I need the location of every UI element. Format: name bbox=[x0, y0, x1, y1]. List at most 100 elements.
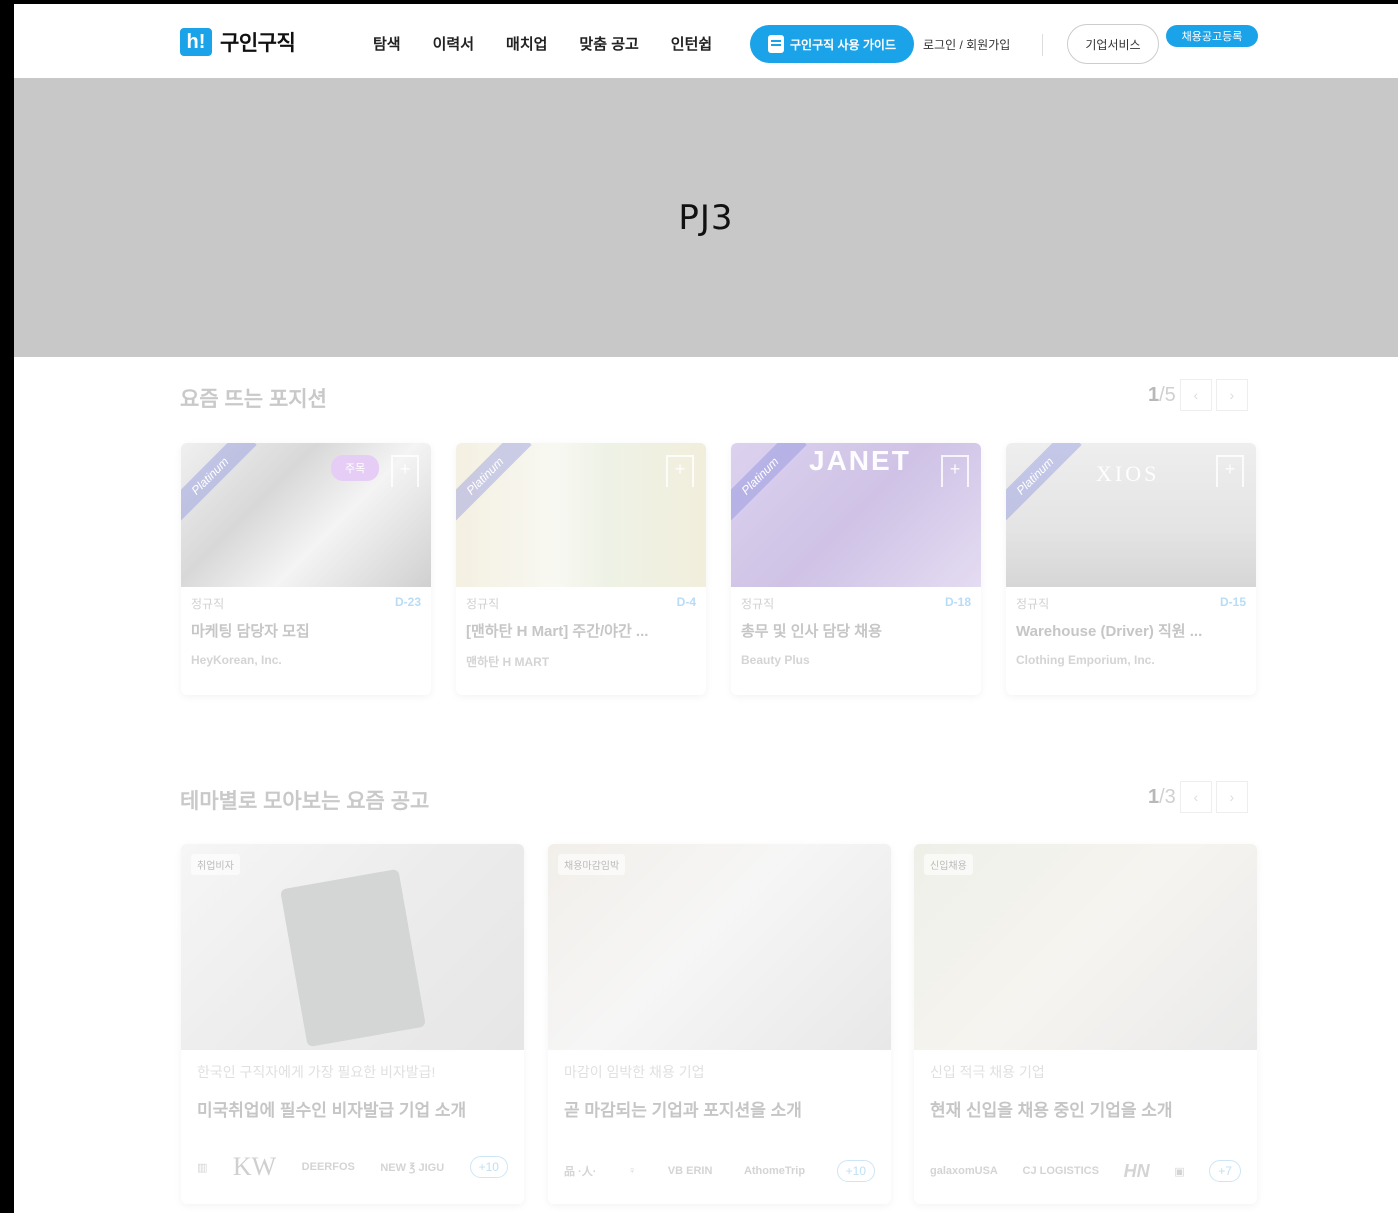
pager-count: 1/5 bbox=[1148, 383, 1176, 406]
company-logo: galaxomUSA bbox=[930, 1165, 998, 1177]
platinum-ribbon: Platinum bbox=[731, 443, 807, 523]
job-title: 마케팅 담당자 모집 bbox=[191, 623, 310, 640]
company-logo: CJ LOGISTICS bbox=[1022, 1165, 1099, 1177]
more-companies-badge[interactable]: +10 bbox=[469, 1156, 508, 1178]
job-type: 정규직 bbox=[741, 597, 775, 611]
company-name: Clothing Emporium, Inc. bbox=[1016, 653, 1155, 667]
bookmark-add-icon[interactable] bbox=[1216, 455, 1244, 487]
platinum-ribbon: Platinum bbox=[1006, 443, 1082, 523]
nav-item-internship[interactable]: 인턴쉽 bbox=[671, 33, 712, 54]
company-logo-row: ▥ KW DEERFOS NEW ℥ JIGU +10 bbox=[197, 1152, 508, 1182]
post-job-button[interactable]: 채용공고등록 bbox=[1166, 25, 1258, 47]
company-logo: ▣ bbox=[1174, 1165, 1185, 1178]
header-divider bbox=[1042, 34, 1043, 56]
more-companies-badge[interactable]: +10 bbox=[836, 1160, 875, 1182]
d-day-badge: D-4 bbox=[676, 595, 696, 609]
main-content: 요즘 뜨는 포지션 1/5 ‹ › Platinum 주목 정규직 D-23 마… bbox=[14, 357, 1398, 1213]
site-logo[interactable]: h! 구인구직 bbox=[180, 27, 296, 57]
job-card-image: Platinum bbox=[456, 443, 706, 587]
pager-prev-button[interactable]: ‹ bbox=[1179, 781, 1212, 813]
nav-item-resume[interactable]: 이력서 bbox=[433, 33, 474, 54]
job-card[interactable]: Platinum 주목 정규직 D-23 마케팅 담당자 모집 HeyKorea… bbox=[181, 443, 431, 695]
job-card[interactable]: Platinum JANET 정규직 D-18 총무 및 인사 담당 채용 Be… bbox=[731, 443, 981, 695]
company-logo: KW bbox=[232, 1152, 277, 1181]
card-image-brand-text: JANET bbox=[809, 445, 911, 476]
nav-item-matchup[interactable]: 매치업 bbox=[506, 33, 547, 54]
platinum-ribbon: Platinum bbox=[181, 443, 257, 523]
pager-prev-button[interactable]: ‹ bbox=[1179, 379, 1212, 411]
company-name: 맨하탄 H MART bbox=[466, 655, 550, 669]
theme-card[interactable]: 신입채용 신입 적극 채용 기업 현재 신입을 채용 중인 기업을 소개 gal… bbox=[914, 844, 1257, 1204]
banner-text: PJ3 bbox=[678, 197, 734, 238]
theme-subtitle: 마감이 임박한 채용 기업 bbox=[564, 1064, 705, 1080]
hot-positions-title: 요즘 뜨는 포지션 bbox=[180, 388, 327, 411]
theme-card-image: 신입채용 bbox=[914, 844, 1257, 1050]
job-card[interactable]: Platinum XIOS 정규직 D-15 Warehouse (Driver… bbox=[1006, 443, 1256, 695]
company-logo: 品 ·人· bbox=[564, 1166, 597, 1178]
theme-title: 미국취업에 필수인 비자발급 기업 소개 bbox=[197, 1101, 467, 1120]
company-logo: DEERFOS bbox=[301, 1161, 355, 1173]
theme-title: 현재 신입을 채용 중인 기업을 소개 bbox=[930, 1101, 1173, 1120]
job-card-image: Platinum 주목 bbox=[181, 443, 431, 587]
theme-card[interactable]: 채용마감임박 마감이 임박한 채용 기업 곧 마감되는 기업과 포지션을 소개 … bbox=[548, 844, 891, 1204]
theme-tag: 취업비자 bbox=[191, 854, 240, 875]
passport-illustration bbox=[280, 868, 426, 1048]
job-card[interactable]: Platinum 정규직 D-4 [맨하탄 H Mart] 주간/야간 ... … bbox=[456, 443, 706, 695]
platinum-ribbon: Platinum bbox=[456, 443, 532, 523]
d-day-badge: D-18 bbox=[944, 595, 971, 609]
theme-subtitle: 한국인 구직자에게 가장 필요한 비자발급! bbox=[197, 1064, 436, 1080]
pager-next-button[interactable]: › bbox=[1215, 379, 1248, 411]
theme-card-image: 취업비자 bbox=[181, 844, 524, 1050]
main-nav: 탐색 이력서 매치업 맞춤 공고 인턴쉽 bbox=[373, 33, 744, 54]
page: h! 구인구직 탐색 이력서 매치업 맞춤 공고 인턴쉽 구인구직 사용 가이드… bbox=[14, 4, 1398, 1213]
featured-badge: 주목 bbox=[331, 455, 380, 481]
more-companies-badge[interactable]: +7 bbox=[1209, 1160, 1241, 1182]
pager-count: 1/3 bbox=[1148, 785, 1176, 808]
theme-card-image: 채용마감임박 bbox=[548, 844, 891, 1050]
hero-banner: PJ3 bbox=[14, 78, 1398, 357]
d-day-badge: D-23 bbox=[394, 595, 421, 609]
hot-positions-pager: 1/5 ‹ › bbox=[1148, 379, 1248, 411]
corporate-service-button[interactable]: 기업서비스 bbox=[1067, 24, 1159, 64]
bookmark-add-icon[interactable] bbox=[941, 455, 969, 487]
bookmark-add-icon[interactable] bbox=[391, 455, 419, 487]
company-logo: AthomeTrip bbox=[743, 1165, 806, 1177]
company-logo-row: 品 ·人· ♀ VB ERIN AthomeTrip +10 bbox=[564, 1160, 875, 1182]
nav-item-explore[interactable]: 탐색 bbox=[373, 33, 401, 54]
job-title: [맨하탄 H Mart] 주간/야간 ... bbox=[466, 623, 649, 640]
job-type: 정규직 bbox=[466, 597, 500, 611]
job-title: 총무 및 인사 담당 채용 bbox=[741, 623, 882, 640]
job-card-image: Platinum JANET bbox=[731, 443, 981, 587]
pager-next-button[interactable]: › bbox=[1215, 781, 1248, 813]
usage-guide-button[interactable]: 구인구직 사용 가이드 bbox=[750, 25, 914, 63]
company-logo: ♀ bbox=[627, 1165, 637, 1177]
job-title: Warehouse (Driver) 직원 ... bbox=[1016, 623, 1203, 640]
usage-guide-label: 구인구직 사용 가이드 bbox=[789, 37, 897, 52]
company-logo-row: galaxomUSA CJ LOGISTICS HN ▣ +7 bbox=[930, 1160, 1241, 1182]
theme-subtitle: 신입 적극 채용 기업 bbox=[930, 1064, 1045, 1080]
logo-text: 구인구직 bbox=[220, 32, 296, 55]
job-type: 정규직 bbox=[191, 597, 225, 611]
company-logo: ▥ bbox=[197, 1161, 208, 1174]
site-header: h! 구인구직 탐색 이력서 매치업 맞춤 공고 인턴쉽 구인구직 사용 가이드… bbox=[14, 4, 1398, 78]
theme-card[interactable]: 취업비자 한국인 구직자에게 가장 필요한 비자발급! 미국취업에 필수인 비자… bbox=[181, 844, 524, 1204]
themes-pager: 1/3 ‹ › bbox=[1148, 781, 1248, 813]
theme-title: 곧 마감되는 기업과 포지션을 소개 bbox=[564, 1101, 802, 1120]
nav-item-custom-jobs[interactable]: 맞춤 공고 bbox=[579, 33, 638, 54]
login-signup-link[interactable]: 로그인 / 회원가입 bbox=[923, 36, 1010, 53]
job-card-image: Platinum XIOS bbox=[1006, 443, 1256, 587]
theme-tag: 채용마감임박 bbox=[558, 854, 626, 875]
company-name: HeyKorean, Inc. bbox=[191, 653, 282, 667]
themes-title: 테마별로 모아보는 요즘 공고 bbox=[180, 790, 430, 813]
bookmark-add-icon[interactable] bbox=[666, 455, 694, 487]
company-name: Beauty Plus bbox=[741, 653, 810, 667]
job-type: 정규직 bbox=[1016, 597, 1050, 611]
d-day-badge: D-15 bbox=[1219, 595, 1246, 609]
company-logo: VB ERIN bbox=[667, 1165, 713, 1177]
theme-tag: 신입채용 bbox=[924, 854, 973, 875]
guide-book-icon bbox=[767, 35, 784, 53]
company-logo: HN bbox=[1123, 1160, 1150, 1181]
company-logo: NEW ℥ JIGU bbox=[380, 1161, 445, 1174]
logo-mark: h! bbox=[180, 28, 212, 56]
card-image-brand-text: XIOS bbox=[1096, 461, 1160, 486]
